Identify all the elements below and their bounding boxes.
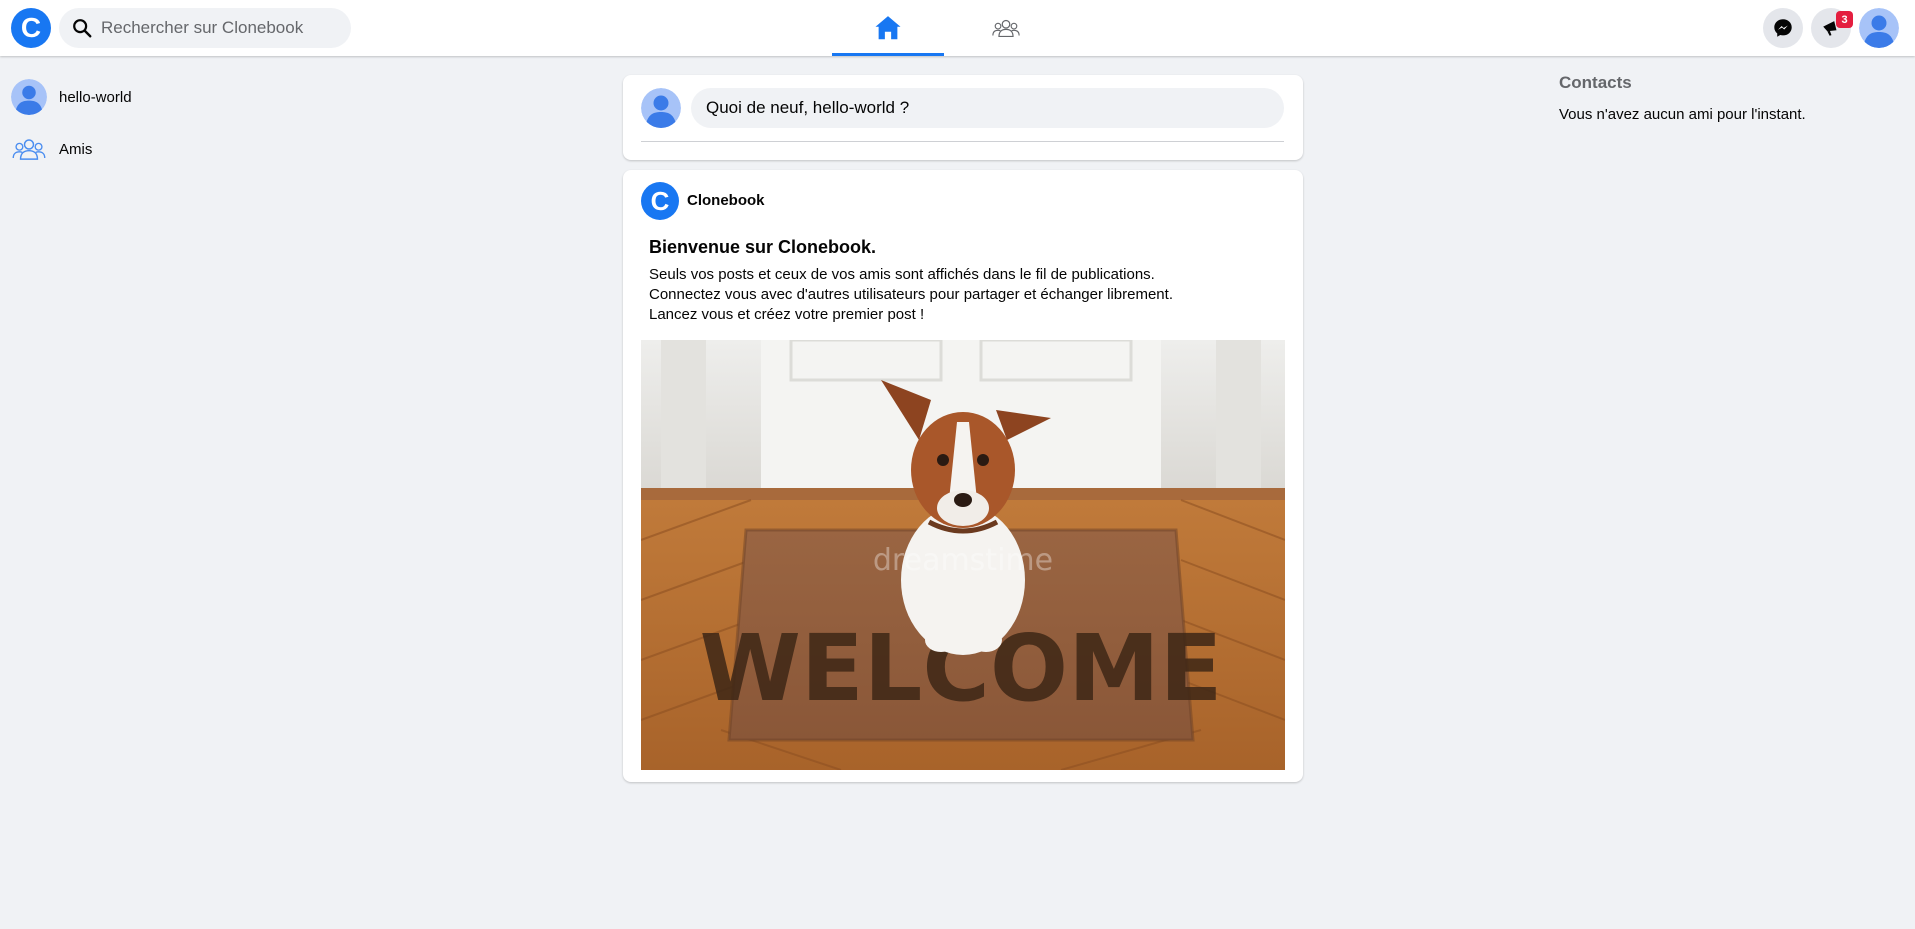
sidebar-item-profile[interactable]: hello-world <box>11 77 132 117</box>
user-avatar-icon <box>641 88 681 128</box>
tab-friends[interactable] <box>950 0 1062 56</box>
messenger-icon <box>1774 19 1792 37</box>
composer-divider <box>641 141 1284 142</box>
search-bar[interactable] <box>59 8 351 48</box>
post-image[interactable]: WELCOME dreamstime <box>641 340 1285 770</box>
composer-input[interactable]: Quoi de neuf, hello-world ? <box>691 88 1284 128</box>
post-text-line: Connectez vous avec d'autres utilisateur… <box>649 286 1173 303</box>
avatar <box>641 88 681 128</box>
contacts-title: Contacts <box>1559 73 1632 92</box>
post-title: Bienvenue sur Clonebook. <box>649 237 877 257</box>
sidebar-item-label: Amis <box>59 140 93 158</box>
sidebar-item-friends[interactable]: Amis <box>11 129 92 169</box>
home-icon <box>875 16 901 40</box>
post-text-line: Lancez vous et créez votre premier post … <box>649 306 925 323</box>
user-avatar-icon <box>11 79 47 115</box>
post-card: C Clonebook Bienvenue sur Clonebook. Seu… <box>623 170 1303 782</box>
watermark-text: dreamstime <box>873 543 1053 578</box>
post-text-line: Seuls vos posts et ceux de vos amis sont… <box>649 266 1155 283</box>
avatar <box>11 79 47 115</box>
contacts-empty-message: Vous n'avez aucun ami pour l'instant. <box>1559 106 1806 123</box>
post-author-avatar[interactable]: C <box>641 182 679 220</box>
friends-icon <box>12 139 46 160</box>
top-navbar: C 3 <box>0 0 1915 56</box>
messenger-button[interactable] <box>1763 8 1803 48</box>
account-avatar-button[interactable] <box>1859 8 1899 48</box>
post-composer: Quoi de neuf, hello-world ? <box>623 75 1303 160</box>
tab-home[interactable] <box>832 0 944 56</box>
notifications-button[interactable]: 3 <box>1811 8 1853 48</box>
friends-icon <box>992 19 1020 38</box>
sidebar-item-label: hello-world <box>59 88 132 106</box>
avatar-icon <box>1859 8 1899 48</box>
search-input[interactable] <box>101 18 341 38</box>
notification-count-badge: 3 <box>1836 11 1853 28</box>
post-author-name[interactable]: Clonebook <box>687 192 765 209</box>
clonebook-logo[interactable]: C <box>11 8 51 48</box>
dog-welcome-mat-image: WELCOME dreamstime <box>641 340 1285 770</box>
search-icon <box>73 19 92 38</box>
active-tab-indicator <box>832 53 944 56</box>
